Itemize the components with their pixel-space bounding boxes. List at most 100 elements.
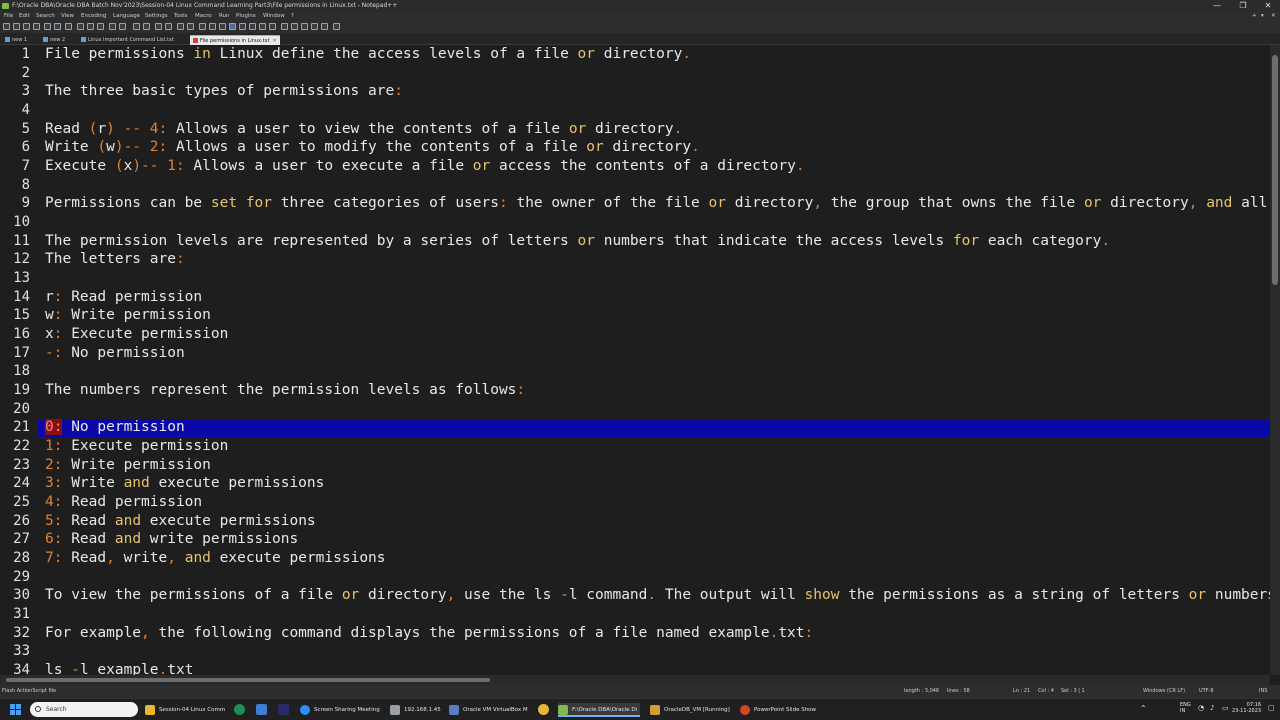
menu-run[interactable]: Run bbox=[219, 12, 230, 21]
taskbar-zoom-meeting[interactable]: Screen Sharing Meeting bbox=[300, 703, 380, 717]
code-line[interactable]: To view the permissions of a file or dir… bbox=[45, 586, 1270, 605]
play-macro-icon[interactable] bbox=[301, 23, 308, 30]
close-all-icon[interactable] bbox=[54, 23, 61, 30]
close-document-button[interactable]: ✕ bbox=[1271, 12, 1276, 21]
maximize-button[interactable]: ❐ bbox=[1231, 0, 1255, 12]
tray-overflow-icon[interactable]: ⌃ bbox=[1140, 704, 1147, 713]
horizontal-scroll-thumb[interactable] bbox=[6, 678, 490, 682]
tab-linux-important-command-list[interactable]: Linux Important Command List.txt bbox=[78, 35, 177, 45]
save-macro-icon[interactable] bbox=[321, 23, 328, 30]
code-line[interactable]: ls -l example.txt bbox=[45, 661, 193, 675]
volume-icon[interactable]: ♪ bbox=[1210, 704, 1214, 712]
menu-macro[interactable]: Macro bbox=[195, 12, 212, 21]
minimize-button[interactable]: — bbox=[1205, 0, 1229, 12]
taskbar-putty-session[interactable]: 192.168.1.45 bbox=[390, 703, 441, 717]
indent-guide-icon[interactable] bbox=[219, 23, 226, 30]
taskbar-virtualbox-manager[interactable]: Oracle VM VirtualBox M bbox=[449, 703, 528, 717]
horizontal-scrollbar[interactable] bbox=[0, 675, 1270, 685]
code-line[interactable]: The letters are: bbox=[45, 250, 185, 269]
paste-icon[interactable] bbox=[97, 23, 104, 30]
function-list-icon[interactable] bbox=[249, 23, 256, 30]
find-icon[interactable] bbox=[133, 23, 140, 30]
chrome-icon[interactable] bbox=[538, 704, 549, 715]
code-line[interactable]: 7: Read, write, and execute permissions bbox=[45, 549, 386, 568]
code-line[interactable]: 1: Execute permission bbox=[45, 437, 228, 456]
run-macro-multiple-icon[interactable] bbox=[311, 23, 318, 30]
code-line[interactable]: The numbers represent the permission lev… bbox=[45, 381, 525, 400]
taskbar-powerpoint-slideshow[interactable]: PowerPoint Slide Show bbox=[740, 703, 816, 717]
sync-horizontal-icon[interactable] bbox=[187, 23, 194, 30]
code-line[interactable]: 3: Write and execute permissions bbox=[45, 474, 324, 493]
clock[interactable]: 07:16 23-11-2023 bbox=[1232, 702, 1261, 714]
spell-check-icon[interactable] bbox=[333, 23, 340, 30]
code-line[interactable]: r: Read permission bbox=[45, 288, 202, 307]
language-icon[interactable] bbox=[229, 23, 236, 30]
menu-file[interactable]: File bbox=[4, 12, 13, 21]
menu-view[interactable]: View bbox=[61, 12, 74, 21]
cut-icon[interactable] bbox=[77, 23, 84, 30]
folder-workspace-icon[interactable] bbox=[259, 23, 266, 30]
code-line[interactable]: Read (r) -- 4: Allows a user to view the… bbox=[45, 120, 682, 139]
taskbar-notepadpp[interactable]: F:\Oracle DBA\Oracle Di bbox=[558, 703, 641, 717]
menu-plugins[interactable]: Plugins bbox=[236, 12, 256, 21]
save-icon[interactable] bbox=[23, 23, 30, 30]
code-line[interactable]: The permission levels are represented by… bbox=[45, 232, 1110, 251]
windows-start-icon[interactable] bbox=[10, 704, 21, 715]
code-line[interactable]: 4: Read permission bbox=[45, 493, 202, 512]
stop-macro-icon[interactable] bbox=[291, 23, 298, 30]
zoom-out-icon[interactable] bbox=[165, 23, 172, 30]
code-line[interactable]: 5: Read and execute permissions bbox=[45, 512, 316, 531]
tab-new-2[interactable]: new 2 bbox=[40, 35, 68, 45]
redo-icon[interactable] bbox=[119, 23, 126, 30]
menu-edit[interactable]: Edit bbox=[19, 12, 30, 21]
taskbar-oracledb-vm[interactable]: OracleDB_VM [Running] bbox=[650, 703, 730, 717]
code-line[interactable]: w: Write permission bbox=[45, 306, 211, 325]
new-file-icon[interactable] bbox=[3, 23, 10, 30]
battery-icon[interactable]: ▭ bbox=[1222, 704, 1229, 712]
tab-list-dropdown-icon[interactable]: ▾ bbox=[1261, 12, 1264, 21]
open-file-icon[interactable] bbox=[13, 23, 20, 30]
notification-icon[interactable]: ▢ bbox=[1268, 704, 1275, 712]
zoom-in-icon[interactable] bbox=[155, 23, 162, 30]
code-line[interactable]: 6: Read and write permissions bbox=[45, 530, 298, 549]
vertical-scroll-thumb[interactable] bbox=[1272, 55, 1278, 285]
tab-new-1[interactable]: new 1 bbox=[2, 35, 30, 45]
code-line[interactable]: -: No permission bbox=[45, 344, 185, 363]
text-editor[interactable]: 1 2 3 4 5 6 7 8 9 10 11 12 13 14 15 16 17 18 19 20 21 22 23 24 2… bbox=[0, 45, 1270, 675]
menu-help[interactable]: ? bbox=[291, 12, 294, 21]
document-map-icon[interactable] bbox=[239, 23, 246, 30]
menu-language[interactable]: Language bbox=[113, 12, 140, 21]
show-all-chars-icon[interactable] bbox=[209, 23, 216, 30]
menu-settings[interactable]: Settings bbox=[145, 12, 168, 21]
status-encoding[interactable]: UTF-8 bbox=[1199, 685, 1214, 698]
save-all-icon[interactable] bbox=[33, 23, 40, 30]
menu-encoding[interactable]: Encoding bbox=[81, 12, 106, 21]
status-eol[interactable]: Windows (CR LF) bbox=[1143, 685, 1185, 698]
monitoring-icon[interactable] bbox=[269, 23, 276, 30]
sync-vertical-icon[interactable] bbox=[177, 23, 184, 30]
premiere-pro-icon[interactable] bbox=[278, 704, 289, 715]
code-line[interactable]: The three basic types of permissions are… bbox=[45, 82, 403, 101]
code-line[interactable]: x: Execute permission bbox=[45, 325, 228, 344]
code-line[interactable]: Execute (x)-- 1: Allows a user to execut… bbox=[45, 157, 805, 176]
undo-icon[interactable] bbox=[109, 23, 116, 30]
replace-icon[interactable] bbox=[143, 23, 150, 30]
tab-file-permissions[interactable]: File permissions in Linux.txt ✕ bbox=[190, 35, 280, 45]
menu-search[interactable]: Search bbox=[36, 12, 55, 21]
code-line[interactable]: For example, the following command displ… bbox=[45, 624, 813, 643]
code-line[interactable]: File permissions in Linux define the acc… bbox=[45, 45, 691, 64]
taskbar-file-explorer[interactable]: Session-04 Linux Comm bbox=[145, 703, 225, 717]
menu-window[interactable]: Window bbox=[263, 12, 285, 21]
code-line[interactable]: Write (w)-- 2: Allows a user to modify t… bbox=[45, 138, 700, 157]
wifi-icon[interactable]: ◔ bbox=[1198, 704, 1204, 712]
print-icon[interactable] bbox=[65, 23, 72, 30]
vertical-scrollbar[interactable] bbox=[1270, 45, 1280, 675]
code-line[interactable]: 0: No permission bbox=[45, 418, 185, 437]
record-macro-icon[interactable] bbox=[281, 23, 288, 30]
store-icon[interactable] bbox=[256, 704, 267, 715]
menu-tools[interactable]: Tools bbox=[174, 12, 188, 21]
copy-icon[interactable] bbox=[87, 23, 94, 30]
close-icon[interactable] bbox=[44, 23, 51, 30]
input-language[interactable]: ENG IN bbox=[1180, 702, 1191, 714]
taskbar-search-input[interactable]: Search bbox=[30, 702, 138, 717]
